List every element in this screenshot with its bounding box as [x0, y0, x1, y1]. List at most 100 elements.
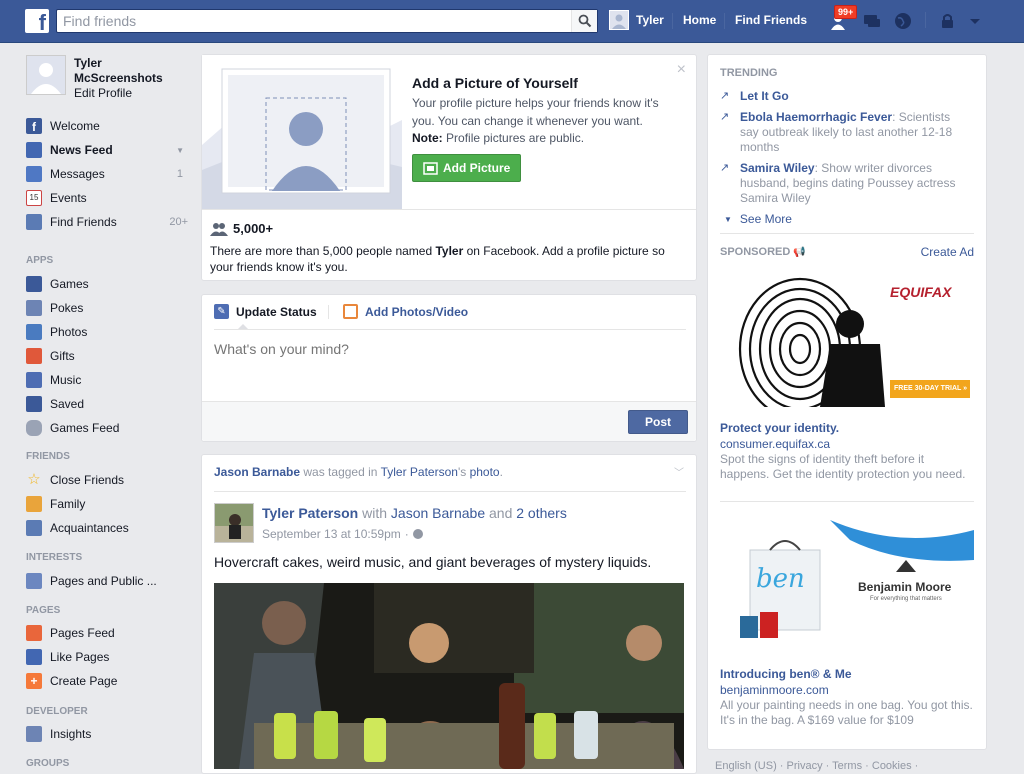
sidebar-item-events[interactable]: 15 Events	[26, 188, 188, 208]
tab-update-status[interactable]: ✎ Update Status	[214, 304, 317, 319]
sidebar-item-label: Pages Feed	[50, 626, 115, 640]
sidebar-item-games-feed[interactable]: Games Feed	[26, 418, 188, 438]
section-heading-pages[interactable]: PAGES	[26, 605, 60, 616]
messages-icon	[26, 166, 42, 182]
pages-feed-list-icon	[26, 573, 42, 589]
trending-topic[interactable]: Samira Wiley	[740, 161, 815, 175]
sidebar-item-label: News Feed	[50, 143, 113, 157]
name-count-info: There are more than 5,000 people named T…	[210, 243, 680, 275]
add-picture-label: Add Picture	[443, 161, 511, 175]
ad-title[interactable]: Introducing ben® & Me	[720, 667, 852, 681]
sidebar-item-insights[interactable]: Insights	[26, 724, 188, 744]
facebook-logo-icon[interactable]: f	[25, 9, 49, 33]
add-picture-description: Your profile picture helps your friends …	[412, 96, 659, 128]
sidebar-item-news-feed[interactable]: News Feed ▼	[26, 140, 188, 160]
like-icon	[26, 649, 42, 665]
story-photo[interactable]	[214, 583, 684, 769]
sidebar-item-family[interactable]: Family	[26, 494, 188, 514]
sidebar-item-games[interactable]: Games	[26, 274, 188, 294]
profile-name[interactable]: Tyler McScreenshots	[74, 56, 184, 86]
tab-label: Add Photos/Video	[365, 304, 469, 319]
photo-owner-link[interactable]: Tyler Paterson	[381, 465, 458, 479]
sidebar-item-pages-and-public[interactable]: Pages and Public ...	[26, 571, 188, 591]
acquaintances-icon	[26, 520, 42, 536]
sidebar-item-label: Photos	[50, 325, 88, 339]
sidebar-item-find-friends[interactable]: Find Friends 20+	[26, 212, 188, 232]
search-input[interactable]	[57, 10, 557, 32]
status-input[interactable]	[214, 341, 684, 391]
notifications-globe-icon[interactable]	[892, 10, 914, 32]
sidebar-item-pages-feed[interactable]: Pages Feed	[26, 623, 188, 643]
sidebar-item-close-friends[interactable]: ☆ Close Friends	[26, 470, 188, 490]
mountain-background-illustration	[202, 55, 402, 209]
benjamin-moore-ad-image[interactable]: ben Benjamin Moore For everything that m…	[720, 520, 974, 647]
see-more-link[interactable]: ▼ See More	[724, 212, 792, 226]
trending-item[interactable]: ↗ Ebola Haemorrhagic Fever: Scientists s…	[720, 110, 978, 155]
post-button[interactable]: Post	[628, 410, 688, 434]
trending-topic[interactable]: Ebola Haemorrhagic Fever	[740, 110, 892, 124]
story-meta: September 13 at 10:59pm ·	[262, 527, 423, 541]
add-picture-button[interactable]: Add Picture	[412, 154, 521, 182]
close-icon[interactable]: ×	[677, 61, 686, 79]
author-link[interactable]: Tyler Paterson	[262, 505, 358, 521]
sidebar-item-photos[interactable]: Photos	[26, 322, 188, 342]
sidebar-item-label: Family	[50, 497, 86, 511]
account-menu-chevron-icon[interactable]	[964, 10, 986, 32]
section-heading-developer[interactable]: DEVELOPER	[26, 706, 88, 717]
create-ad-link[interactable]: Create Ad	[921, 245, 974, 259]
sidebar-item-pokes[interactable]: Pokes	[26, 298, 188, 318]
caret-down-icon[interactable]: ▼	[176, 146, 184, 155]
ad-title[interactable]: Protect your identity.	[720, 421, 839, 435]
sidebar-item-create-page[interactable]: + Create Page	[26, 671, 188, 691]
gift-icon	[26, 348, 42, 364]
note-label: Note:	[412, 131, 443, 145]
edit-profile-link[interactable]: Edit Profile	[74, 86, 132, 100]
sidebar-item-music[interactable]: Music	[26, 370, 188, 390]
ad-url[interactable]: consumer.equifax.ca	[720, 437, 830, 451]
nav-home[interactable]: Home	[683, 13, 716, 27]
composer-divider	[214, 329, 686, 330]
author-avatar[interactable]	[214, 503, 254, 543]
trending-item[interactable]: ↗ Samira Wiley: Show writer divorces hus…	[720, 161, 978, 206]
section-heading-interests[interactable]: INTERESTS	[26, 552, 82, 563]
sidebar-item-like-pages[interactable]: Like Pages	[26, 647, 188, 667]
user-avatar[interactable]	[609, 10, 629, 30]
sidebar-item-label: Like Pages	[50, 650, 110, 664]
section-heading-apps[interactable]: APPS	[26, 255, 53, 266]
facebook-icon: f	[26, 118, 42, 134]
messages-icon[interactable]	[861, 10, 883, 32]
profile-picture[interactable]	[26, 55, 66, 95]
section-heading-groups[interactable]: GROUPS	[26, 758, 69, 769]
trending-arrow-icon: ↗	[720, 111, 730, 123]
footer-links[interactable]: English (US) · Privacy · Terms · Cookies…	[715, 760, 918, 772]
equifax-ad-image[interactable]: EQUIFAX FREE 30-DAY TRIAL »	[720, 274, 974, 407]
pencil-icon: ✎	[214, 304, 229, 319]
feed-story: Jason Barnabe was tagged in Tyler Paters…	[201, 454, 697, 774]
nav-divider	[672, 13, 673, 29]
trending-item[interactable]: ↗ Let It Go	[720, 89, 978, 104]
sidebar-item-messages[interactable]: Messages 1	[26, 164, 188, 184]
party-scene-photo	[214, 583, 684, 769]
section-heading-friends[interactable]: FRIENDS	[26, 451, 70, 462]
sidebar-item-acquaintances[interactable]: Acquaintances	[26, 518, 188, 538]
audience-globe-icon[interactable]	[412, 529, 423, 539]
search-box	[56, 9, 598, 33]
tagged-person-link[interactable]: Jason Barnabe	[214, 465, 300, 479]
search-button[interactable]	[571, 10, 597, 32]
sidebar-item-label: Create Page	[50, 674, 118, 688]
others-link[interactable]: 2 others	[516, 505, 567, 521]
story-timestamp[interactable]: September 13 at 10:59pm	[262, 527, 401, 541]
with-person-link[interactable]: Jason Barnabe	[391, 505, 485, 521]
tab-add-photos-video[interactable]: Add Photos/Video	[343, 304, 468, 319]
sidebar-item-welcome[interactable]: f Welcome	[26, 116, 188, 136]
sidebar-item-gifts[interactable]: Gifts	[26, 346, 188, 366]
nav-user-name[interactable]: Tyler	[636, 13, 664, 27]
nav-find-friends[interactable]: Find Friends	[735, 13, 807, 27]
privacy-lock-icon[interactable]	[938, 10, 960, 32]
family-icon	[26, 496, 42, 512]
trending-topic[interactable]: Let It Go	[740, 89, 789, 103]
ad-url[interactable]: benjaminmoore.com	[720, 683, 829, 697]
story-options-chevron-icon[interactable]: ﹀	[674, 464, 684, 479]
photo-link[interactable]: photo	[470, 465, 500, 479]
sidebar-item-saved[interactable]: Saved	[26, 394, 188, 414]
